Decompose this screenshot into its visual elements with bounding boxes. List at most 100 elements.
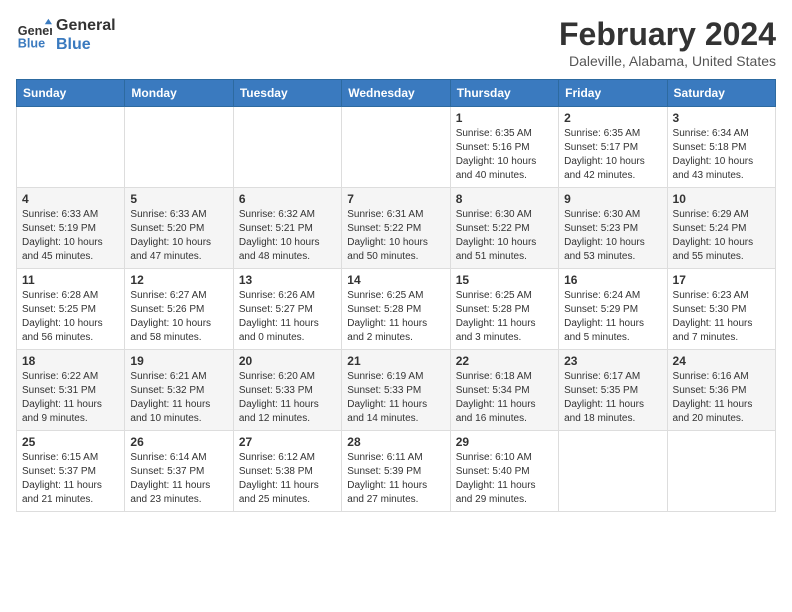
logo-text: General Blue — [56, 16, 116, 54]
location: Daleville, Alabama, United States — [559, 53, 776, 69]
day-number: 9 — [564, 192, 661, 206]
calendar-cell: 26 Sunrise: 6:14 AM Sunset: 5:37 PM Dayli… — [125, 431, 233, 512]
day-info: Sunrise: 6:30 AM Sunset: 5:22 PM Dayligh… — [456, 208, 553, 264]
day-info: Sunrise: 6:15 AM Sunset: 5:37 PM Dayligh… — [22, 451, 119, 507]
calendar-cell: 16Sunrise: 6:24 AM Sunset: 5:29 PM Dayli… — [559, 269, 667, 350]
day-number: 15 — [456, 273, 553, 287]
calendar-cell: 27 Sunrise: 6:12 AM Sunset: 5:38 PM Dayli… — [233, 431, 341, 512]
calendar-cell — [17, 107, 125, 188]
calendar-cell: 12 Sunrise: 6:27 AM Sunset: 5:26 PM Dayli… — [125, 269, 233, 350]
day-number: 2 — [564, 111, 661, 125]
day-number: 5 — [130, 192, 227, 206]
day-info: Sunrise: 6:25 AM Sunset: 5:28 PM Dayligh… — [347, 289, 444, 345]
logo: General Blue General Blue — [16, 16, 116, 54]
calendar-cell: 5 Sunrise: 6:33 AM Sunset: 5:20 PM Daylig… — [125, 188, 233, 269]
day-info: Sunrise: 6:14 AM Sunset: 5:37 PM Dayligh… — [130, 451, 227, 507]
calendar-week-row: 4 Sunrise: 6:33 AM Sunset: 5:19 PM Daylig… — [17, 188, 776, 269]
day-number: 6 — [239, 192, 336, 206]
day-info: Sunrise: 6:16 AM Sunset: 5:36 PM Dayligh… — [673, 370, 770, 426]
day-info: Sunrise: 6:35 AM Sunset: 5:16 PM Dayligh… — [456, 127, 553, 183]
day-number: 10 — [673, 192, 770, 206]
day-info: Sunrise: 6:27 AM Sunset: 5:26 PM Dayligh… — [130, 289, 227, 345]
day-info: Sunrise: 6:26 AM Sunset: 5:27 PM Dayligh… — [239, 289, 336, 345]
calendar-cell: 29Sunrise: 6:10 AM Sunset: 5:40 PM Dayli… — [450, 431, 558, 512]
day-number: 29 — [456, 435, 553, 449]
calendar-cell: 4 Sunrise: 6:33 AM Sunset: 5:19 PM Daylig… — [17, 188, 125, 269]
day-number: 3 — [673, 111, 770, 125]
day-number: 11 — [22, 273, 119, 287]
calendar-cell: 23Sunrise: 6:17 AM Sunset: 5:35 PM Dayli… — [559, 350, 667, 431]
calendar-week-row: 11 Sunrise: 6:28 AM Sunset: 5:25 PM Dayli… — [17, 269, 776, 350]
calendar-cell: 20Sunrise: 6:20 AM Sunset: 5:33 PM Dayli… — [233, 350, 341, 431]
day-of-week-header: Tuesday — [233, 80, 341, 107]
day-number: 12 — [130, 273, 227, 287]
month-title: February 2024 — [559, 16, 776, 53]
calendar-cell: 18Sunrise: 6:22 AM Sunset: 5:31 PM Dayli… — [17, 350, 125, 431]
calendar-cell — [559, 431, 667, 512]
day-info: Sunrise: 6:32 AM Sunset: 5:21 PM Dayligh… — [239, 208, 336, 264]
day-number: 19 — [130, 354, 227, 368]
day-of-week-header: Friday — [559, 80, 667, 107]
day-number: 26 — [130, 435, 227, 449]
day-info: Sunrise: 6:28 AM Sunset: 5:25 PM Dayligh… — [22, 289, 119, 345]
calendar-cell: 3 Sunrise: 6:34 AM Sunset: 5:18 PM Daylig… — [667, 107, 775, 188]
calendar-cell: 2 Sunrise: 6:35 AM Sunset: 5:17 PM Daylig… — [559, 107, 667, 188]
calendar-cell: 19 Sunrise: 6:21 AM Sunset: 5:32 PM Dayli… — [125, 350, 233, 431]
day-info: Sunrise: 6:24 AM Sunset: 5:29 PM Dayligh… — [564, 289, 661, 345]
day-info: Sunrise: 6:33 AM Sunset: 5:20 PM Dayligh… — [130, 208, 227, 264]
day-number: 22 — [456, 354, 553, 368]
calendar-cell: 6 Sunrise: 6:32 AM Sunset: 5:21 PM Daylig… — [233, 188, 341, 269]
day-number: 24 — [673, 354, 770, 368]
day-info: Sunrise: 6:34 AM Sunset: 5:18 PM Dayligh… — [673, 127, 770, 183]
day-info: Sunrise: 6:20 AM Sunset: 5:33 PM Dayligh… — [239, 370, 336, 426]
day-info: Sunrise: 6:17 AM Sunset: 5:35 PM Dayligh… — [564, 370, 661, 426]
day-number: 4 — [22, 192, 119, 206]
logo-icon: General Blue — [16, 17, 52, 53]
calendar-week-row: 25Sunrise: 6:15 AM Sunset: 5:37 PM Dayli… — [17, 431, 776, 512]
day-info: Sunrise: 6:25 AM Sunset: 5:28 PM Dayligh… — [456, 289, 553, 345]
calendar-cell: 1 Sunrise: 6:35 AM Sunset: 5:16 PM Daylig… — [450, 107, 558, 188]
day-number: 21 — [347, 354, 444, 368]
day-info: Sunrise: 6:23 AM Sunset: 5:30 PM Dayligh… — [673, 289, 770, 345]
calendar-cell: 7 Sunrise: 6:31 AM Sunset: 5:22 PM Daylig… — [342, 188, 450, 269]
calendar-cell: 14 Sunrise: 6:25 AM Sunset: 5:28 PM Dayli… — [342, 269, 450, 350]
day-info: Sunrise: 6:18 AM Sunset: 5:34 PM Dayligh… — [456, 370, 553, 426]
day-number: 7 — [347, 192, 444, 206]
calendar-cell — [125, 107, 233, 188]
calendar-cell: 13 Sunrise: 6:26 AM Sunset: 5:27 PM Dayli… — [233, 269, 341, 350]
calendar-cell — [233, 107, 341, 188]
day-info: Sunrise: 6:29 AM Sunset: 5:24 PM Dayligh… — [673, 208, 770, 264]
day-number: 1 — [456, 111, 553, 125]
calendar-week-row: 18Sunrise: 6:22 AM Sunset: 5:31 PM Dayli… — [17, 350, 776, 431]
day-of-week-header: Monday — [125, 80, 233, 107]
day-number: 13 — [239, 273, 336, 287]
calendar-cell: 28 Sunrise: 6:11 AM Sunset: 5:39 PM Dayli… — [342, 431, 450, 512]
day-info: Sunrise: 6:12 AM Sunset: 5:38 PM Dayligh… — [239, 451, 336, 507]
day-number: 28 — [347, 435, 444, 449]
calendar-header-row: SundayMondayTuesdayWednesdayThursdayFrid… — [17, 80, 776, 107]
day-of-week-header: Sunday — [17, 80, 125, 107]
day-of-week-header: Wednesday — [342, 80, 450, 107]
calendar-cell — [342, 107, 450, 188]
calendar-cell: 9 Sunrise: 6:30 AM Sunset: 5:23 PM Daylig… — [559, 188, 667, 269]
day-number: 27 — [239, 435, 336, 449]
calendar-cell: 8 Sunrise: 6:30 AM Sunset: 5:22 PM Daylig… — [450, 188, 558, 269]
calendar-cell: 11 Sunrise: 6:28 AM Sunset: 5:25 PM Dayli… — [17, 269, 125, 350]
day-info: Sunrise: 6:11 AM Sunset: 5:39 PM Dayligh… — [347, 451, 444, 507]
calendar-cell: 17 Sunrise: 6:23 AM Sunset: 5:30 PM Dayli… — [667, 269, 775, 350]
day-number: 18 — [22, 354, 119, 368]
calendar-cell: 10 Sunrise: 6:29 AM Sunset: 5:24 PM Dayli… — [667, 188, 775, 269]
day-number: 17 — [673, 273, 770, 287]
day-info: Sunrise: 6:33 AM Sunset: 5:19 PM Dayligh… — [22, 208, 119, 264]
calendar-week-row: 1 Sunrise: 6:35 AM Sunset: 5:16 PM Daylig… — [17, 107, 776, 188]
day-info: Sunrise: 6:31 AM Sunset: 5:22 PM Dayligh… — [347, 208, 444, 264]
day-number: 8 — [456, 192, 553, 206]
day-info: Sunrise: 6:35 AM Sunset: 5:17 PM Dayligh… — [564, 127, 661, 183]
calendar-cell: 25Sunrise: 6:15 AM Sunset: 5:37 PM Dayli… — [17, 431, 125, 512]
day-info: Sunrise: 6:30 AM Sunset: 5:23 PM Dayligh… — [564, 208, 661, 264]
day-info: Sunrise: 6:19 AM Sunset: 5:33 PM Dayligh… — [347, 370, 444, 426]
day-of-week-header: Saturday — [667, 80, 775, 107]
day-info: Sunrise: 6:21 AM Sunset: 5:32 PM Dayligh… — [130, 370, 227, 426]
day-number: 14 — [347, 273, 444, 287]
title-block: February 2024 Daleville, Alabama, United… — [559, 16, 776, 69]
